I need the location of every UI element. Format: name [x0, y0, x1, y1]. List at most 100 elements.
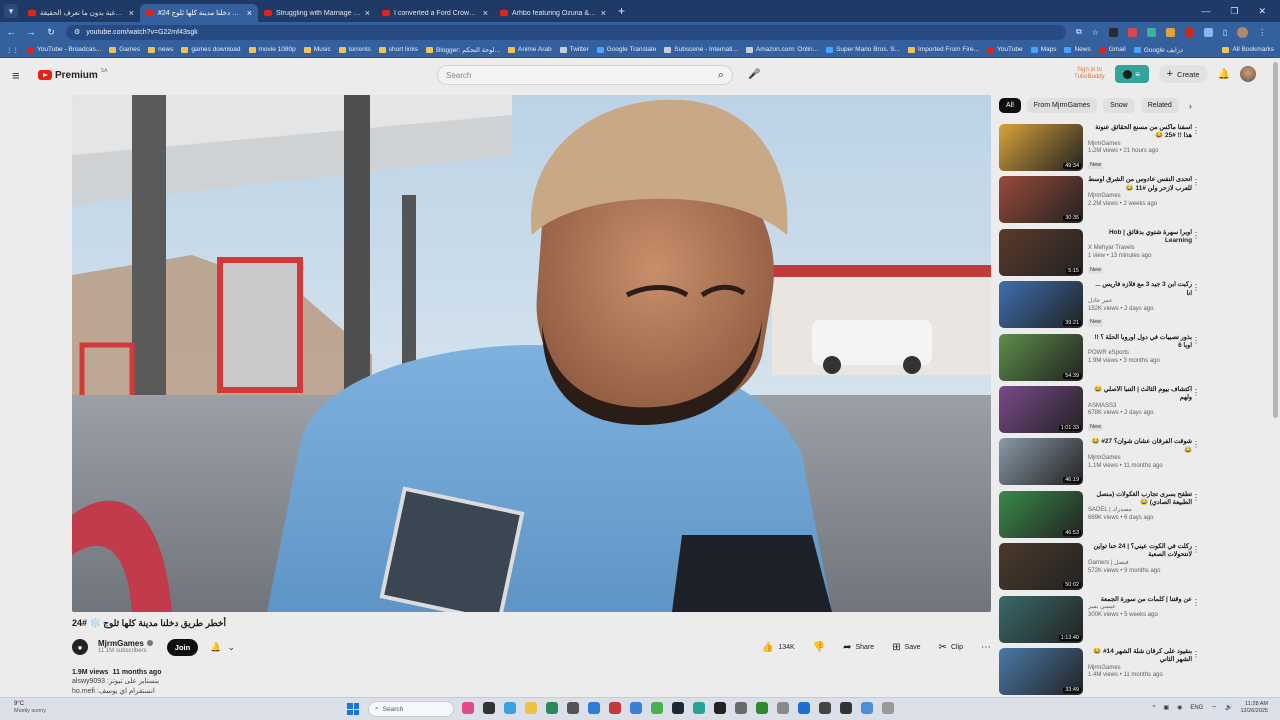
- browser-tab[interactable]: I converted a Ford Crown Victo ×: [376, 4, 494, 22]
- recommendation-item[interactable]: 50:02 ركلت في الكوت عيني؟ | 24 حنا تواين …: [999, 543, 1204, 595]
- recommendation-channel[interactable]: عيسى بسر: [1088, 604, 1192, 612]
- steam-icon[interactable]: [672, 702, 684, 714]
- recommendation-channel[interactable]: MjrmGames: [1088, 665, 1192, 673]
- bookmark-item[interactable]: Imported From Fire...: [907, 46, 979, 53]
- recommendation-item[interactable]: 46:19 شوقت الفرقان عشان شوان؟ 27# 😂 😂 Mjrm…: [999, 438, 1204, 490]
- app-icon[interactable]: [882, 702, 894, 714]
- close-tab-icon[interactable]: ×: [247, 8, 252, 18]
- video-thumbnail[interactable]: 46:19: [999, 438, 1083, 486]
- new-tab-icon[interactable]: +: [618, 4, 625, 18]
- extension-icon[interactable]: [1184, 27, 1194, 37]
- video-thumbnail[interactable]: 49:34: [999, 124, 1083, 171]
- extension-icon[interactable]: [1146, 27, 1156, 37]
- recommendation-title[interactable]: شوقت الفرقان عشان شوان؟ 27# 😂 😂: [1088, 438, 1192, 455]
- filter-chip[interactable]: All: [999, 98, 1021, 113]
- more-vertical-icon[interactable]: ⋮: [1192, 545, 1200, 554]
- recommendation-title[interactable]: اكتشاف بيوم الثالث | التنبأ الأصلي 😂 وله…: [1088, 386, 1192, 403]
- bookmark-item[interactable]: Super Mario Bros. S...: [826, 46, 900, 53]
- video-thumbnail[interactable]: 33:49: [999, 647, 1083, 695]
- clip-button[interactable]: ✂ Clip: [939, 642, 963, 653]
- bookmark-item[interactable]: movie 1080p: [248, 46, 296, 53]
- tray-chevron-icon[interactable]: ^: [1153, 705, 1156, 711]
- recommendation-item[interactable]: 5:15 اوبرا سهرة شتوي بدقائق | Hob Learnin…: [999, 228, 1204, 281]
- like-button[interactable]: 👍 134K: [762, 642, 795, 653]
- settings-gear-icon[interactable]: [777, 702, 789, 714]
- recommendation-item[interactable]: 49:34 اسفنا ماكس من مسنع الحقائق عنونة هذ…: [999, 124, 1204, 176]
- share-button[interactable]: ➦ Share: [843, 642, 874, 653]
- video-thumbnail[interactable]: 30:35: [999, 176, 1083, 224]
- more-vertical-icon[interactable]: ⋮: [1192, 650, 1200, 659]
- extension-icon[interactable]: [1165, 27, 1175, 37]
- recommendation-title[interactable]: بذور تصبيات في دول أوروبا الحلة ؟ !! اوب…: [1088, 334, 1192, 351]
- url-omnibox[interactable]: ⚙ youtube.com/watch?v=G22mf43sgk: [66, 24, 1066, 40]
- reload-icon[interactable]: ↻: [46, 27, 56, 38]
- app-icon[interactable]: [798, 702, 810, 714]
- recommendation-title[interactable]: أتحدى النفس عادوس من الشرق أوسط للعرب لا…: [1088, 176, 1192, 193]
- recommendation-item[interactable]: 33:49 بنقيود على كرقان شلة الشهر 14# 😂 ال…: [999, 647, 1204, 700]
- bookmark-item[interactable]: Maps: [1030, 46, 1056, 53]
- browser-tab[interactable]: Struggling with Marriage & Isl ×: [258, 4, 376, 22]
- bookmark-item[interactable]: Music: [303, 46, 331, 53]
- close-tab-icon[interactable]: ×: [601, 8, 606, 18]
- recommendation-title[interactable]: تطفح بسرى تجارب الغكولات (منصل الطبيعة ا…: [1088, 491, 1192, 508]
- more-vertical-icon[interactable]: ⋮: [1192, 283, 1200, 292]
- tubebuddy-signin[interactable]: Sign in to TubeBuddy: [1074, 67, 1104, 81]
- tray-app-icon[interactable]: ▣: [1163, 704, 1169, 711]
- video-player[interactable]: [72, 95, 991, 612]
- language-indicator[interactable]: ENG: [1190, 705, 1203, 711]
- save-button[interactable]: ⊞ Save: [892, 642, 920, 653]
- more-vertical-icon[interactable]: ⋮: [1192, 336, 1200, 345]
- app-icon[interactable]: [840, 702, 852, 714]
- recommendation-channel[interactable]: X Mehyar Travels: [1088, 245, 1192, 253]
- all-bookmarks[interactable]: All Bookmarks: [1222, 46, 1274, 53]
- video-thumbnail[interactable]: 5:15: [999, 228, 1083, 276]
- bookmark-item[interactable]: Subscene - Internati...: [664, 46, 738, 53]
- app-icon[interactable]: [861, 702, 873, 714]
- bookmark-item[interactable]: short links: [378, 46, 418, 53]
- video-thumbnail[interactable]: 46:53: [999, 490, 1083, 538]
- app-icon[interactable]: [609, 702, 621, 714]
- recommendation-channel[interactable]: MjrmGames: [1088, 455, 1192, 463]
- profile-avatar[interactable]: [1237, 26, 1249, 38]
- notifications-bell-icon[interactable]: 🔔: [1218, 69, 1230, 80]
- browser-tab[interactable]: مفاتيح الرغبة بدون ما تعرف الحقيقة !! ×: [22, 4, 140, 22]
- bookmark-item[interactable]: games download: [181, 46, 241, 53]
- chevron-right-icon[interactable]: ›: [1189, 101, 1192, 111]
- description-box[interactable]: 1.9M views 11 months ago alswy9093 :بنست…: [72, 668, 991, 698]
- more-vertical-icon[interactable]: ⋮: [1192, 126, 1200, 135]
- bookmark-item[interactable]: Google Translate: [596, 46, 656, 53]
- recommendation-title[interactable]: عن وقتنا | كلمات من سورة الجمعة: [1088, 596, 1192, 604]
- recommendation-item[interactable]: 1:13:40 عن وقتنا | كلمات من سورة الجمعة عي…: [999, 595, 1204, 648]
- video-thumbnail[interactable]: 1:13:40: [999, 595, 1083, 643]
- recommendation-title[interactable]: اوبرا سهرة شتوي بدقائق | Hob Learning: [1088, 229, 1192, 246]
- app-icon[interactable]: [588, 702, 600, 714]
- search-icon[interactable]: ⌕: [718, 69, 724, 82]
- page-scrollbar[interactable]: [1273, 62, 1278, 696]
- close-tab-icon[interactable]: ×: [483, 8, 488, 18]
- close-tab-icon[interactable]: ×: [129, 8, 134, 18]
- back-icon[interactable]: ←: [6, 27, 16, 37]
- bookmark-item[interactable]: news: [148, 46, 173, 53]
- hamburger-menu-icon[interactable]: ≡: [12, 68, 26, 83]
- volume-icon[interactable]: 🔊: [1225, 704, 1232, 711]
- bookmark-item[interactable]: News: [1064, 46, 1091, 53]
- file-explorer-icon[interactable]: [525, 702, 537, 714]
- app-icon[interactable]: [714, 702, 726, 714]
- bookmark-item[interactable]: Twitter: [559, 46, 589, 53]
- filter-chip[interactable]: Related: [1140, 98, 1179, 113]
- recommendation-channel[interactable]: MjrmGames: [1088, 141, 1192, 149]
- create-button[interactable]: + Create: [1158, 65, 1208, 83]
- filter-chip[interactable]: Snow: [1103, 98, 1135, 113]
- weather-widget[interactable]: 9°C Mostly sunny: [14, 701, 46, 714]
- video-thumbnail[interactable]: 54:39: [999, 333, 1083, 381]
- maximize-icon[interactable]: ❐: [1230, 6, 1238, 17]
- bookmark-item[interactable]: Blogger: لوحة التحكم...: [426, 46, 500, 54]
- bookmark-star-icon[interactable]: ☆: [1092, 28, 1099, 37]
- recommendation-item[interactable]: 39:21 ركبت ابن 3 جيد 3 مع فلازه فاريس ...…: [999, 281, 1204, 333]
- minimize-icon[interactable]: —: [1201, 6, 1210, 17]
- extension-icon[interactable]: [1127, 27, 1137, 37]
- site-info-icon[interactable]: ⚙: [74, 28, 80, 36]
- recommendation-channel[interactable]: ASMASS3: [1088, 403, 1192, 411]
- bookmark-item[interactable]: YouTube: [987, 46, 1023, 53]
- app-icon[interactable]: [651, 702, 663, 714]
